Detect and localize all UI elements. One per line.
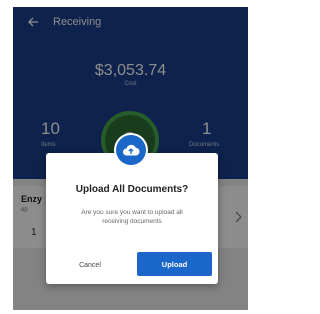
dialog-message: Are you sure you want to upload all rece…	[81, 209, 183, 225]
app-screen: Receiving $3,053.74 Cost 10 Items 1 Docu…	[13, 7, 248, 310]
upload-dialog: Upload All Documents? Are you sure you w…	[46, 153, 218, 284]
cloud-upload-icon	[116, 135, 146, 165]
upload-button[interactable]: Upload	[137, 252, 212, 276]
dialog-title: Upload All Documents?	[75, 184, 189, 195]
cancel-button[interactable]: Cancel	[58, 255, 122, 275]
